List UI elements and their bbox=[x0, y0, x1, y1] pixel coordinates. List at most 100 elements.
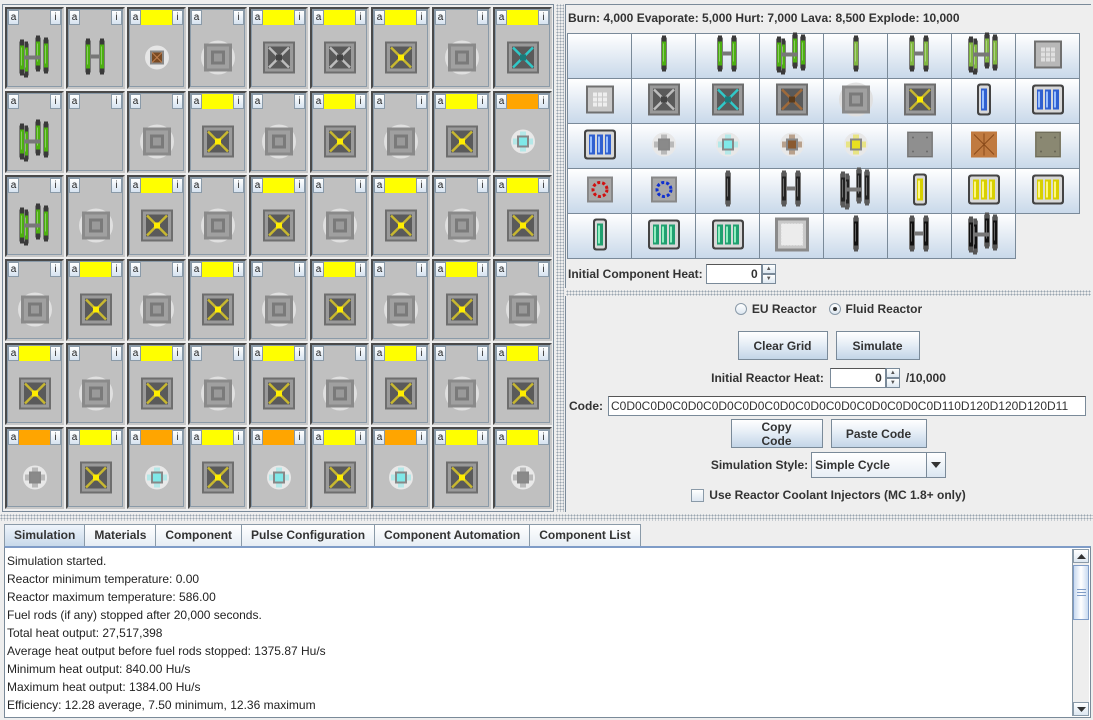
clear-grid-button[interactable]: Clear Grid bbox=[737, 331, 828, 360]
info-button[interactable]: i bbox=[50, 178, 61, 193]
palette-neutron-reflector-button[interactable] bbox=[1016, 34, 1080, 79]
vertical-scrollbar[interactable] bbox=[1072, 549, 1089, 716]
paste-code-button[interactable]: Paste Code bbox=[830, 419, 927, 448]
vertical-splitter[interactable] bbox=[556, 4, 564, 512]
palette-overclocked-heat-vent-button[interactable] bbox=[888, 79, 952, 124]
automation-button[interactable]: a bbox=[313, 10, 324, 25]
info-button[interactable]: i bbox=[416, 262, 427, 277]
reactor-cell[interactable]: a i bbox=[249, 343, 308, 425]
automation-button[interactable]: a bbox=[8, 10, 19, 25]
automation-button[interactable]: a bbox=[69, 10, 80, 25]
info-button[interactable]: i bbox=[111, 10, 122, 25]
automation-button[interactable]: a bbox=[8, 94, 19, 109]
info-button[interactable]: i bbox=[294, 346, 305, 361]
automation-button[interactable]: a bbox=[191, 178, 202, 193]
info-button[interactable]: i bbox=[416, 430, 427, 445]
automation-button[interactable]: a bbox=[435, 10, 446, 25]
reactor-cell[interactable]: a i bbox=[371, 7, 430, 89]
info-button[interactable]: i bbox=[172, 430, 183, 445]
palette-copper-vent-button[interactable] bbox=[760, 79, 824, 124]
reactor-cell[interactable]: a i bbox=[127, 91, 186, 173]
component-heat-input[interactable] bbox=[705, 264, 762, 284]
tab-component-list[interactable]: Component List bbox=[530, 524, 641, 546]
palette-quad-thorium-button[interactable] bbox=[824, 167, 888, 214]
info-button[interactable]: i bbox=[233, 178, 244, 193]
reactor-cell[interactable]: a i bbox=[310, 7, 369, 89]
chevron-down-icon[interactable] bbox=[927, 452, 947, 478]
info-button[interactable]: i bbox=[172, 94, 183, 109]
spin-down-icon[interactable]: ▼ bbox=[761, 274, 776, 284]
automation-button[interactable]: a bbox=[435, 262, 446, 277]
info-button[interactable]: i bbox=[477, 430, 488, 445]
reactor-cell[interactable]: a i bbox=[127, 427, 186, 509]
palette-component-heat-exchanger-button[interactable] bbox=[824, 124, 888, 169]
automation-button[interactable]: a bbox=[130, 10, 141, 25]
automation-button[interactable]: a bbox=[252, 94, 263, 109]
reactor-cell[interactable]: a i bbox=[188, 259, 247, 341]
component-heat-spinner[interactable]: ▲ ▼ bbox=[705, 264, 776, 284]
info-button[interactable]: i bbox=[355, 94, 366, 109]
scroll-thumb[interactable] bbox=[1073, 565, 1089, 620]
automation-button[interactable]: a bbox=[374, 430, 385, 445]
reactor-cell[interactable]: a i bbox=[5, 175, 64, 257]
automation-button[interactable]: a bbox=[191, 10, 202, 25]
reactor-cell[interactable]: a i bbox=[371, 343, 430, 425]
automation-button[interactable]: a bbox=[374, 94, 385, 109]
automation-button[interactable]: a bbox=[8, 430, 19, 445]
palette-diamond-exchanger-button[interactable] bbox=[696, 124, 760, 169]
automation-button[interactable]: a bbox=[374, 10, 385, 25]
automation-button[interactable]: a bbox=[496, 346, 507, 361]
automation-button[interactable]: a bbox=[252, 262, 263, 277]
palette-heat-exchanger-button[interactable] bbox=[632, 124, 696, 169]
info-button[interactable]: i bbox=[50, 430, 61, 445]
info-button[interactable]: i bbox=[294, 10, 305, 25]
automation-button[interactable]: a bbox=[496, 430, 507, 445]
info-button[interactable]: i bbox=[294, 430, 305, 445]
automation-button[interactable]: a bbox=[252, 178, 263, 193]
automation-button[interactable]: a bbox=[130, 178, 141, 193]
automation-button[interactable]: a bbox=[8, 178, 19, 193]
automation-button[interactable]: a bbox=[252, 430, 263, 445]
info-button[interactable]: i bbox=[233, 10, 244, 25]
tab-component-automation[interactable]: Component Automation bbox=[375, 524, 531, 546]
info-button[interactable]: i bbox=[416, 94, 427, 109]
automation-button[interactable]: a bbox=[130, 346, 141, 361]
automation-button[interactable]: a bbox=[69, 262, 80, 277]
tab-pulse-configuration[interactable]: Pulse Configuration bbox=[242, 524, 376, 546]
info-button[interactable]: i bbox=[538, 430, 549, 445]
info-button[interactable]: i bbox=[538, 94, 549, 109]
palette-empty-button[interactable] bbox=[568, 34, 632, 79]
automation-button[interactable]: a bbox=[69, 94, 80, 109]
automation-button[interactable]: a bbox=[69, 178, 80, 193]
code-input[interactable]: C0D0C0D0C0D0C0D0C0D0C0D0C0D0C0D0C0D0C0D0… bbox=[608, 396, 1086, 416]
reactor-cell[interactable]: a i bbox=[66, 259, 125, 341]
palette-nak-cell-60k-button[interactable] bbox=[568, 214, 632, 259]
automation-button[interactable]: a bbox=[69, 346, 80, 361]
reactor-cell[interactable]: a i bbox=[432, 343, 491, 425]
reactor-cell[interactable]: a i bbox=[310, 259, 369, 341]
palette-nak-cell-360k-button[interactable] bbox=[696, 214, 760, 259]
automation-button[interactable]: a bbox=[191, 94, 202, 109]
automation-button[interactable]: a bbox=[252, 10, 263, 25]
reactor-cell[interactable]: a i bbox=[432, 427, 491, 509]
automation-button[interactable]: a bbox=[496, 94, 507, 109]
automation-button[interactable]: a bbox=[130, 262, 141, 277]
automation-button[interactable]: a bbox=[313, 262, 324, 277]
info-button[interactable]: i bbox=[477, 346, 488, 361]
info-button[interactable]: i bbox=[172, 262, 183, 277]
automation-button[interactable]: a bbox=[496, 262, 507, 277]
palette-coolant-cell-30k-button[interactable] bbox=[1016, 79, 1080, 124]
palette-quad-uranium-button[interactable] bbox=[760, 32, 824, 79]
info-button[interactable]: i bbox=[50, 346, 61, 361]
fluid-reactor-radio[interactable]: Fluid Reactor bbox=[828, 302, 922, 316]
info-button[interactable]: i bbox=[477, 10, 488, 25]
automation-button[interactable]: a bbox=[191, 346, 202, 361]
reactor-cell[interactable]: a i bbox=[66, 427, 125, 509]
automation-button[interactable]: a bbox=[191, 262, 202, 277]
info-button[interactable]: i bbox=[233, 94, 244, 109]
automation-button[interactable]: a bbox=[8, 262, 19, 277]
reactor-cell[interactable]: a i bbox=[310, 427, 369, 509]
reactor-cell[interactable]: a i bbox=[188, 7, 247, 89]
palette-single-mox-button[interactable] bbox=[824, 34, 888, 79]
palette-heat-vent-button[interactable] bbox=[632, 79, 696, 124]
